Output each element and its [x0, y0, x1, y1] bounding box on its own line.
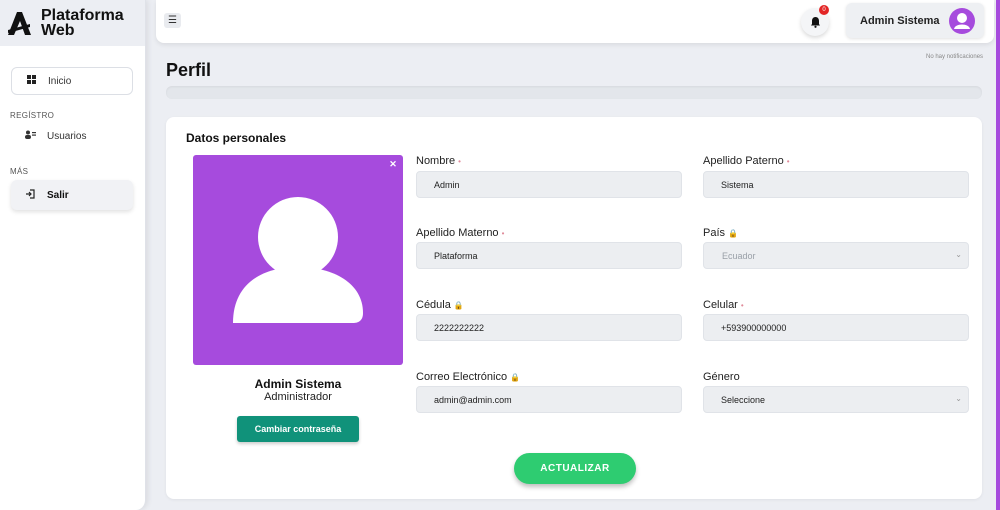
genero-value: Seleccione: [721, 394, 766, 405]
nombre-input[interactable]: Admin: [416, 171, 682, 198]
profile-card: Datos personales ✕ Admin Sistema Adminis…: [166, 117, 982, 499]
remove-photo-button[interactable]: ✕: [387, 158, 399, 170]
update-button[interactable]: ACTUALIZAR: [514, 453, 636, 484]
brand-name-line2: Web: [41, 22, 75, 39]
pais-label: País 🔒: [703, 227, 738, 239]
chevron-down-icon: ⌄: [955, 250, 962, 259]
user-icon: [954, 13, 970, 29]
correo-label-text: Correo Electrónico: [416, 371, 508, 383]
user-menu-button[interactable]: Admin Sistema: [846, 3, 984, 38]
lock-icon: 🔒: [510, 373, 521, 382]
users-icon: [23, 130, 37, 142]
apellido-materno-label-text: Apellido Materno: [416, 227, 499, 239]
profile-role: Administrador: [264, 391, 332, 403]
apellido-materno-label: Apellido Materno •: [416, 227, 504, 239]
avatar: [949, 8, 975, 34]
scrollbar-edge: [996, 0, 1000, 510]
sidebar-item-label: Inicio: [48, 75, 72, 87]
nombre-label-text: Nombre: [416, 155, 456, 167]
brand-name-line1: Plataforma: [41, 7, 124, 24]
cedula-label-text: Cédula: [416, 299, 451, 311]
notification-badge: 0: [819, 5, 829, 15]
cedula-input: 2222222222: [416, 314, 682, 341]
required-marker: •: [501, 229, 505, 238]
apellido-paterno-input[interactable]: Sistema: [703, 171, 969, 198]
close-icon: ✕: [389, 159, 397, 169]
apellido-paterno-label: Apellido Paterno •: [703, 155, 790, 167]
correo-input: admin@admin.com: [416, 386, 682, 413]
celular-input[interactable]: +593900000000: [703, 314, 969, 341]
brand-name: Plataforma Web: [41, 7, 124, 39]
celular-label: Celular •: [703, 299, 744, 311]
section-title: Datos personales: [186, 131, 287, 145]
user-silhouette-icon: [233, 197, 363, 323]
required-marker: •: [786, 157, 790, 166]
notifications-status-text: No hay notificaciones: [926, 54, 984, 60]
pais-label-text: País: [703, 227, 726, 239]
genero-label: Género: [703, 371, 740, 383]
apellido-materno-input[interactable]: Plataforma: [416, 242, 682, 269]
genero-select[interactable]: Seleccione ⌄: [703, 386, 969, 413]
brand-logo-icon: [8, 12, 31, 35]
user-name: Admin Sistema: [860, 14, 940, 27]
apellido-paterno-label-text: Apellido Paterno: [703, 155, 784, 167]
celular-label-text: Celular: [703, 299, 738, 311]
sidebar-item-label: Salir: [47, 189, 69, 201]
profile-photo[interactable]: ✕: [193, 155, 403, 365]
section-mas: MÁS: [10, 167, 29, 176]
nombre-label: Nombre •: [416, 155, 461, 167]
lock-icon: 🔒: [453, 301, 464, 310]
sidebar-item-salir[interactable]: Salir: [11, 180, 133, 210]
top-bar: ☰ 0 Admin Sistema: [156, 0, 994, 43]
sidebar: Plataforma Web Inicio REGÍSTRO Usuarios …: [0, 0, 146, 510]
pais-select: Ecuador ⌄: [703, 242, 969, 269]
sidebar-item-usuarios[interactable]: Usuarios: [11, 121, 133, 151]
profile-full-name: Admin Sistema: [254, 377, 342, 391]
sidebar-item-label: Usuarios: [47, 130, 87, 142]
sidebar-item-inicio[interactable]: Inicio: [11, 67, 133, 95]
grid-icon: [24, 75, 38, 87]
required-marker: •: [740, 301, 744, 310]
required-marker: •: [458, 157, 461, 166]
cedula-label: Cédula 🔒: [416, 299, 464, 311]
section-registro: REGÍSTRO: [10, 111, 55, 120]
lock-icon: 🔒: [728, 229, 738, 238]
chevron-down-icon: ⌄: [955, 394, 962, 403]
brand: Plataforma Web: [0, 0, 145, 46]
page-title: Perfil: [166, 60, 212, 80]
logout-icon: [23, 188, 37, 202]
bell-icon: [810, 17, 820, 28]
pais-value: Ecuador: [722, 250, 756, 261]
title-divider-bar: [166, 86, 982, 99]
change-password-button[interactable]: Cambiar contraseña: [237, 416, 359, 442]
hamburger-icon: ☰: [168, 15, 177, 26]
correo-label: Correo Electrónico 🔒: [416, 371, 520, 383]
menu-toggle-button[interactable]: ☰: [164, 13, 181, 28]
